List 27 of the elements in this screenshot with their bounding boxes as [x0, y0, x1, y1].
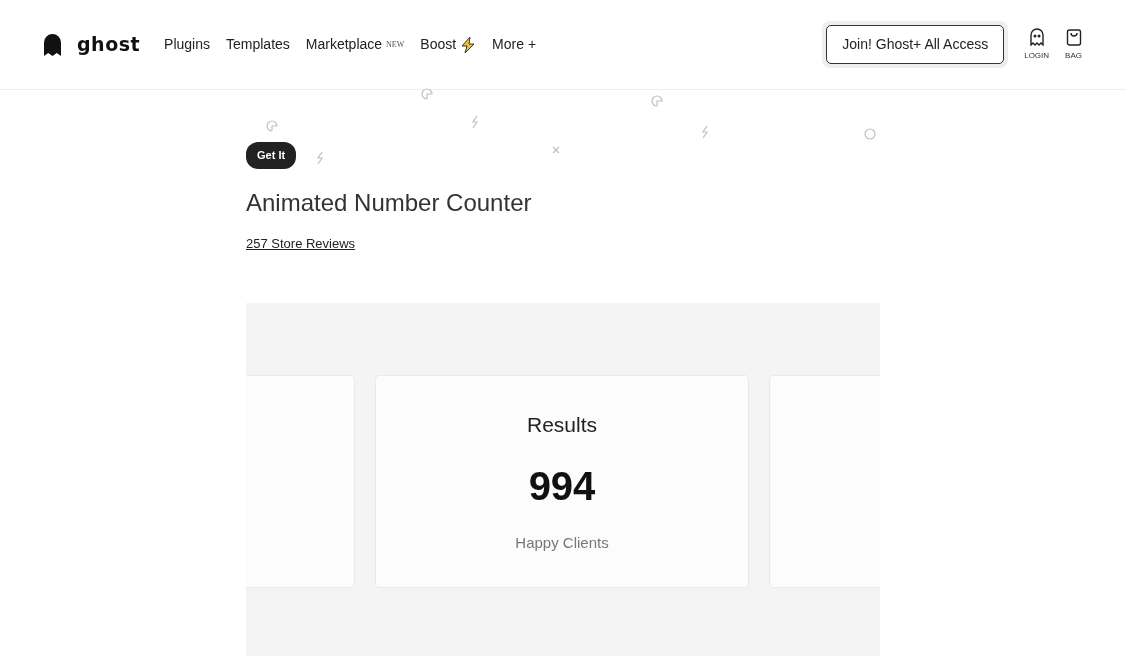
bag-icon: [1065, 27, 1082, 46]
product-title: Animated Number Counter: [246, 188, 533, 218]
nav-link[interactable]: Templates: [226, 34, 290, 55]
nav-link[interactable]: Plugins: [164, 34, 210, 55]
lightning-icon: [701, 126, 709, 138]
circle-icon: [864, 128, 876, 140]
pie-icon: [421, 88, 433, 100]
nav-link[interactable]: Boost: [420, 34, 477, 55]
header-action[interactable]: BAG: [1065, 27, 1082, 62]
ghost-icon: [1028, 27, 1045, 46]
lightning-icon: [316, 152, 324, 164]
cross-icon: [552, 146, 560, 154]
nav-link[interactable]: Marketplace $^{NEW}$: [305, 34, 405, 55]
counter-number: 994: [528, 463, 596, 511]
join-button[interactable]: Join! Ghost+ All Access: [826, 25, 1005, 64]
header-action[interactable]: LOGIN: [1024, 27, 1050, 62]
reviews-link[interactable]: 257 Store Reviews: [246, 236, 356, 252]
logo[interactable]: ghost: [44, 30, 141, 59]
lightning-icon: [460, 35, 477, 54]
counter-title: Results: [527, 411, 597, 438]
get-it-badge: Get It: [246, 142, 297, 169]
pie-icon: [266, 120, 278, 132]
nav-link[interactable]: More +: [492, 34, 537, 55]
counter-caption: Happy Clients: [515, 533, 609, 554]
pie-icon: [651, 95, 663, 107]
ghost-logo-icon: [44, 33, 61, 56]
lightning-icon: [471, 116, 479, 128]
